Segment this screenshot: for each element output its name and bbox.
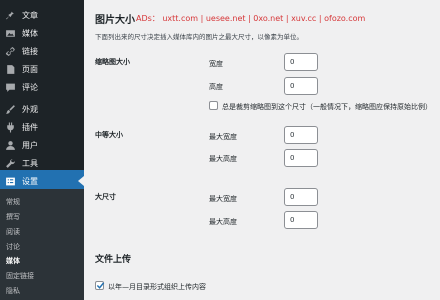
settings-submenu: 常规 撰写 阅读 讨论 媒体 固定链接 隐私 — [0, 189, 84, 300]
submenu-item-reading[interactable]: 阅读 — [6, 227, 20, 237]
large-max-width-input[interactable]: 0 — [284, 188, 318, 206]
sidebar-item-label: 媒体 — [22, 28, 38, 38]
thumbnail-size-label: 缩略图大小 — [95, 58, 130, 66]
submenu-item-discussion[interactable]: 讨论 — [6, 242, 20, 252]
sidebar-item-label: 评论 — [22, 82, 38, 92]
sidebar-item-label: 工具 — [22, 158, 38, 168]
sidebar-item-label: 外观 — [22, 104, 38, 114]
comment-icon — [4, 81, 16, 93]
submenu-item-media[interactable]: 媒体 — [6, 256, 20, 266]
sidebar-item-label: 链接 — [22, 46, 38, 56]
submenu-item-general[interactable]: 常规 — [6, 197, 20, 207]
wrench-icon — [4, 157, 16, 169]
page-title: 图片大小 — [95, 15, 135, 26]
thumbnail-height-label: 高度 — [209, 83, 223, 91]
thumbnail-width-label: 宽度 — [209, 60, 223, 68]
pushpin-icon — [4, 9, 16, 21]
user-icon — [4, 139, 16, 151]
large-max-height-input[interactable]: 0 — [284, 211, 318, 229]
submenu-item-writing[interactable]: 撰写 — [6, 212, 20, 222]
link-icon — [4, 45, 16, 57]
paintbrush-icon — [4, 103, 16, 115]
media-icon — [4, 27, 16, 39]
submenu-item-privacy[interactable]: 隐私 — [6, 286, 20, 296]
sidebar-item-label: 设置 — [22, 176, 38, 186]
plugin-icon — [4, 121, 16, 133]
settings-icon — [4, 175, 16, 187]
organize-uploads-checkbox[interactable] — [95, 281, 105, 290]
admin-sidebar: 文章 媒体 链接 页面 评论 外观 插件 用户 工具 设置 常规 撰写 阅读 讨… — [0, 0, 84, 300]
medium-max-height-input[interactable]: 0 — [284, 149, 318, 167]
large-max-width-label: 最大宽度 — [209, 195, 237, 203]
large-size-label: 大尺寸 — [95, 193, 116, 201]
ad-links[interactable]: ADs： uxtt.com | uesee.net | 0xo.net | xu… — [136, 13, 365, 24]
sidebar-item-label: 插件 — [22, 122, 38, 132]
page-icon — [4, 63, 16, 75]
medium-max-width-label: 最大宽度 — [209, 133, 237, 141]
sidebar-item-comments[interactable]: 评论 — [0, 76, 84, 98]
thumbnail-height-input[interactable]: 0 — [284, 77, 318, 95]
medium-max-width-input[interactable]: 0 — [284, 126, 318, 144]
uploads-section-title: 文件上传 — [95, 255, 132, 265]
submenu-item-permalinks[interactable]: 固定链接 — [6, 271, 34, 281]
sidebar-item-label: 文章 — [22, 10, 38, 20]
sidebar-item-label: 页面 — [22, 64, 38, 74]
crop-thumbnail-checkbox[interactable] — [209, 101, 218, 110]
settings-main: 图片大小 ADs： uxtt.com | uesee.net | 0xo.net… — [84, 0, 440, 300]
large-max-height-label: 最大高度 — [209, 218, 237, 226]
thumbnail-width-input[interactable]: 0 — [284, 53, 318, 71]
organize-uploads-label: 以年—月目录形式组织上传内容 — [108, 283, 206, 291]
medium-size-label: 中等大小 — [95, 131, 123, 139]
crop-thumbnail-label: 总是裁剪缩略图到这个尺寸（一般情况下，缩略图应保持原始比例） — [222, 103, 432, 111]
checkmark-icon — [96, 282, 105, 289]
sidebar-item-label: 用户 — [22, 140, 38, 150]
medium-max-height-label: 最大高度 — [209, 155, 237, 163]
page-description: 下面列出来的尺寸决定插入媒体库内的图片之最大尺寸，以像素为单位。 — [95, 33, 303, 41]
